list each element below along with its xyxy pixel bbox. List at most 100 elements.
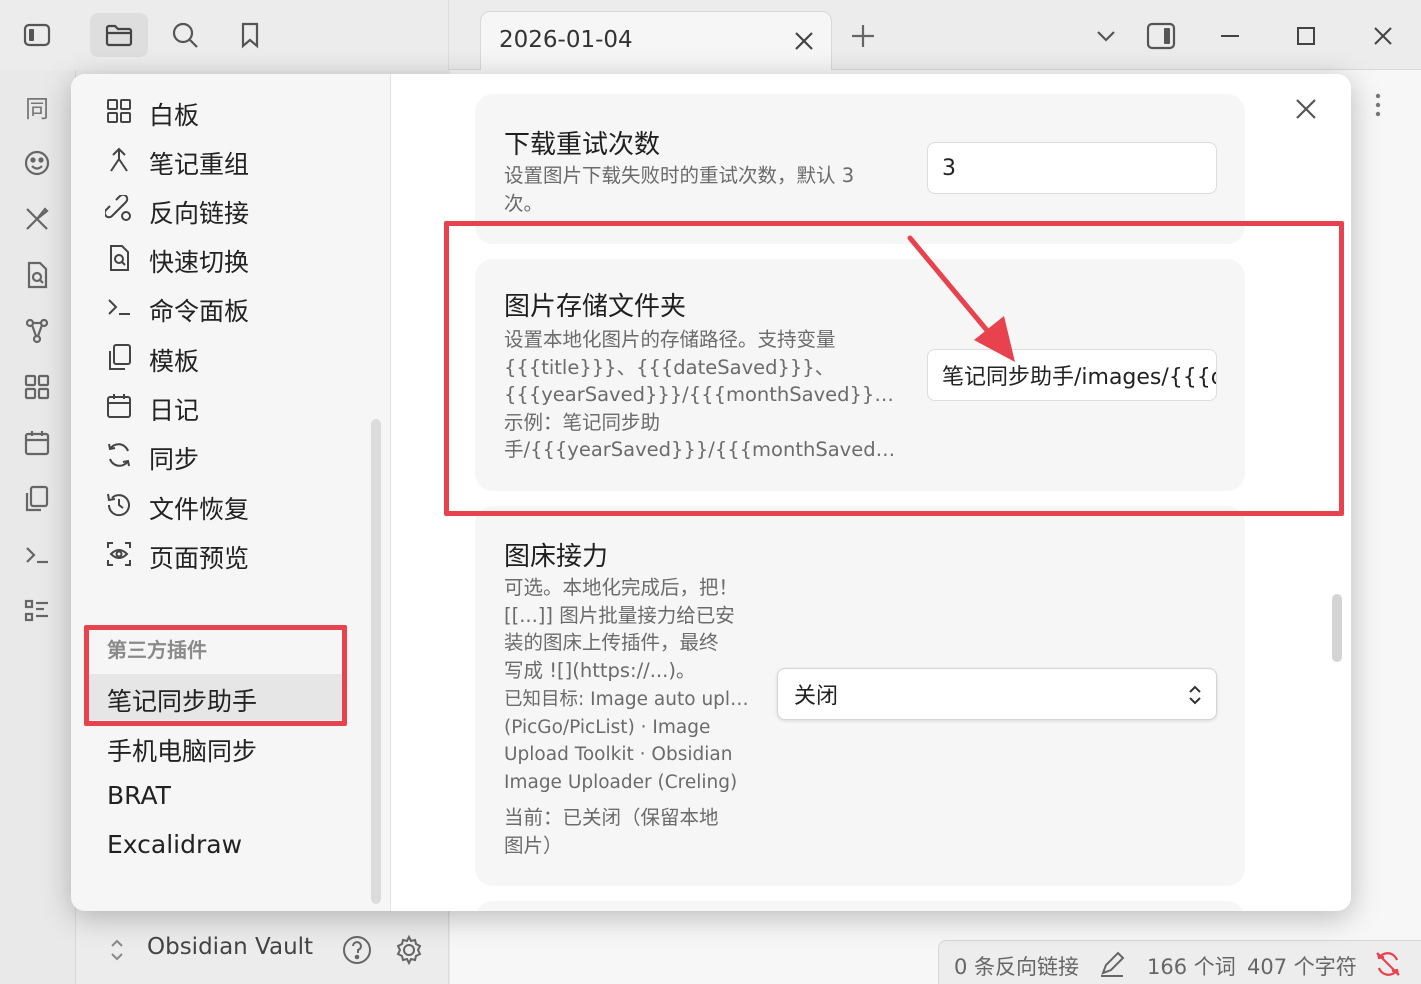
nav-item-note-composer[interactable]: 笔记重组 [85,137,347,183]
help-icon[interactable] [341,934,373,966]
nav-item-page-preview[interactable]: 页面预览 [85,531,347,577]
brush-icon[interactable] [22,204,52,234]
nav-item-daily-notes[interactable]: 日记 [85,383,347,429]
tab-active-note[interactable]: 2026-01-04 [480,11,832,71]
merge-icon [110,147,128,172]
list-icon[interactable] [22,596,52,626]
preview-icon [107,542,131,566]
setting-known-targets: 已知目标: Image auto upload (PicGo/PicList) … [504,686,754,796]
nav-item-excalidraw[interactable]: Excalidraw [85,822,347,868]
file-search-icon[interactable] [22,260,52,290]
desc-line: 设置图片下载失败时的重试次数，默认 3 [504,164,855,187]
sync-tag-icon[interactable]: 同 [22,94,52,124]
desc-line: (PicGo/PicList) · Image [504,716,711,738]
chevron-down-icon[interactable] [1090,20,1122,52]
smiley-icon[interactable] [22,148,52,178]
nav-label: BRAT [107,781,171,810]
terminal-icon[interactable] [22,540,52,570]
status-bar: 0 条反向链接 166 个词 407 个字符 [938,940,1421,984]
nav-item-templates[interactable]: 模板 [85,334,347,380]
graph-icon[interactable] [22,316,52,346]
retry-count-input[interactable]: 3 [927,142,1217,194]
nav-label: 手机电脑同步 [107,737,258,766]
select-value: 关闭 [794,684,839,709]
nav-label: 白板 [149,101,200,130]
desc-line: 当前：已关闭（保留本地 [504,806,719,829]
nav-label: 模板 [149,347,200,376]
chevron-updown-icon[interactable] [107,936,127,964]
nav-label: 反向链接 [149,199,250,228]
template-icon [109,344,131,370]
vault-switcher-bar: Obsidian Vault [77,910,449,984]
left-header [0,0,449,70]
char-count: 407 个字符 [1247,955,1357,979]
nav-item-file-recovery[interactable]: 文件恢复 [85,482,347,528]
content-scrollbar[interactable] [1332,594,1342,662]
nav-item-canvas[interactable]: 白板 [85,88,347,134]
window-close-icon[interactable] [1367,20,1399,52]
sidebar-scrollbar[interactable] [371,419,381,904]
nav-item-command-palette[interactable]: 命令面板 [85,284,347,330]
right-sidebar-icon[interactable] [1145,20,1177,52]
gear-icon[interactable] [393,934,425,966]
tab-title: 2026-01-04 [499,27,633,53]
calendar-icon[interactable] [22,428,52,458]
nav-label: 笔记重组 [149,150,250,179]
sync-icon [108,443,130,467]
copy-icon[interactable] [22,484,52,514]
nav-item-sync[interactable]: 同步 [85,432,347,478]
image-host-relay-select[interactable]: 关闭 [777,668,1217,720]
maximize-icon[interactable] [1290,20,1322,52]
canvas-icon[interactable] [22,372,52,402]
calendar-icon [107,394,131,418]
backlinks-count[interactable]: 0 条反向链接 [954,951,1079,981]
vault-name[interactable]: Obsidian Vault [147,934,313,960]
desc-line: 装的图床上传插件，最终 [504,631,719,654]
close-icon[interactable] [791,28,817,54]
nav-label: 文件恢复 [149,495,250,524]
desc-line: 可选。本地化完成后，把！ [504,576,739,599]
ribbon: 同 [0,70,76,984]
search-icon[interactable] [156,13,214,57]
history-icon [107,493,130,517]
setting-title: 下载重试次数 [504,130,661,160]
desc-line: Image Uploader (Creling) [504,771,738,793]
setting-description: 设置图片下载失败时的重试次数，默认 3 次。 [504,162,904,217]
nav-label: 页面预览 [149,544,250,573]
settings-sidebar: 白板 笔记重组 反向链接 快速切换 命令面板 模板 日记 同步 文件恢复 页面预… [71,74,391,911]
desc-line: 写成 ![](https://...)。 [504,658,696,682]
canvas-icon [107,99,131,123]
nav-item-phone-pc-sync[interactable]: 手机电脑同步 [85,724,347,770]
nav-item-brat[interactable]: BRAT [85,773,347,819]
nav-label: 同步 [149,445,200,474]
setting-description: 可选。本地化完成后，把！ [[...]] 图片批量接力给已安 装的图床上传插件，… [504,574,754,684]
plus-icon[interactable] [848,21,878,51]
desc-line: [[...]] 图片批量接力给已安 [504,603,735,627]
nav-item-quick-switcher[interactable]: 快速切换 [85,235,347,281]
desc-line: Upload Toolkit · Obsidian [504,744,733,765]
setting-current-state: 当前：已关闭（保留本地 图片） [504,804,754,859]
desc-line: 已知目标: Image auto upload [504,689,754,710]
minimize-icon[interactable] [1214,20,1246,52]
terminal-icon [108,299,130,315]
nav-label: 命令面板 [149,297,250,326]
bookmark-icon[interactable] [221,13,279,57]
pointer-arrow-icon [907,235,1015,362]
highlight-box-setting [444,221,1344,516]
pencil-icon[interactable] [1097,949,1127,979]
more-options-icon[interactable] [1368,90,1388,120]
setting-title: 图床接力 [504,542,609,572]
nav-item-backlinks[interactable]: 反向链接 [85,186,347,232]
highlight-box-plugin [84,625,347,726]
desc-line: 图片） [504,833,563,857]
nav-label: 日记 [149,396,200,425]
sidebar-toggle-icon[interactable] [8,13,66,57]
word-count: 166 个词 [1147,955,1236,979]
nav-label: 快速切换 [149,248,250,277]
close-icon[interactable] [1291,94,1321,124]
backlink-icon [105,195,131,221]
title-bar: 2026-01-04 [0,0,1421,71]
folder-icon[interactable] [90,13,148,57]
sync-error-icon[interactable] [1373,949,1403,979]
setting-image-host-relay: 图床接力 可选。本地化完成后，把！ [[...]] 图片批量接力给已安 装的图床… [475,506,1245,886]
